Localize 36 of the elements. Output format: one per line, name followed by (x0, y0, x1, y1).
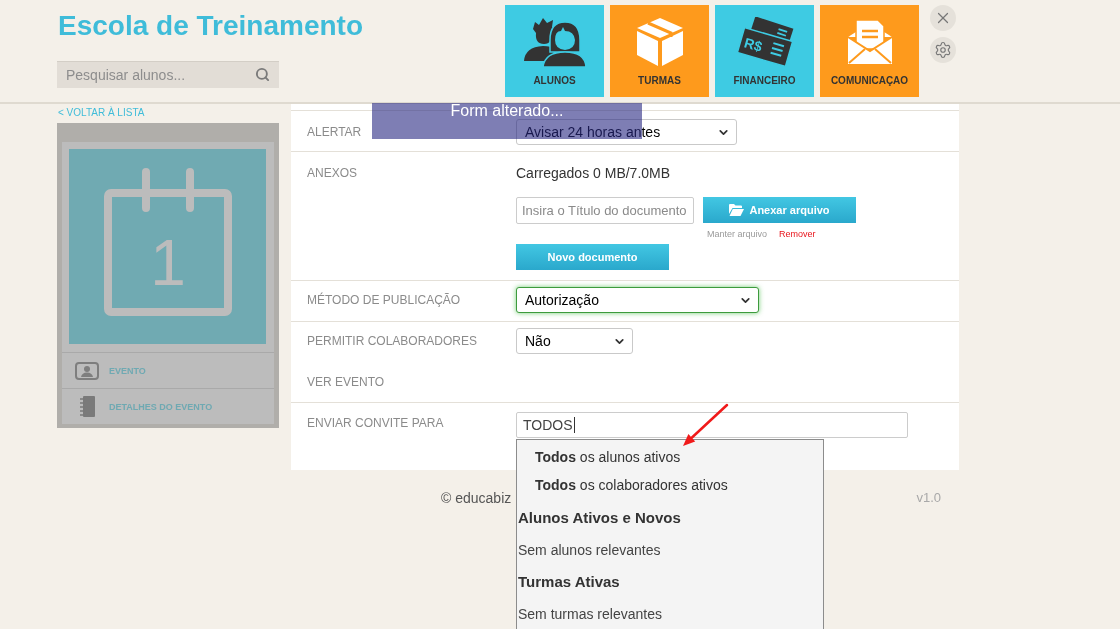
settings-button[interactable] (930, 37, 956, 63)
search-field[interactable]: Pesquisar alunos... (57, 61, 279, 88)
field-label: ALERTAR (306, 124, 362, 141)
nav-tile[interactable]: ALUNOS (505, 5, 604, 97)
field-label: PERMITIR COLABORADORES (306, 333, 478, 350)
field-label: ENVIAR CONVITE PARA (306, 415, 444, 432)
nav-tile[interactable]: TURMAS (610, 5, 709, 97)
copyright-text: © educabiz (441, 490, 512, 506)
suggestion-group-heading: Alunos Ativos e Novos (517, 508, 682, 528)
suggestion-group-heading: Turmas Ativas (517, 572, 621, 592)
contact-card-icon (75, 361, 99, 380)
version-text: v1.0 (916, 490, 941, 506)
field-label: VER EVENTO (306, 374, 385, 390)
people-icon (523, 17, 586, 67)
suggestion-option[interactable]: Todos os alunos ativos (517, 443, 823, 471)
box-icon (634, 17, 685, 67)
remove-file-link[interactable]: Remover (779, 229, 816, 239)
search-icon (255, 67, 270, 82)
nav-tile[interactable]: R$ FINANCEIRO (715, 5, 814, 97)
upload-usage-text: Carregados 0 MB/7.0MB (516, 164, 671, 182)
document-title-field[interactable]: Insira o Título do documento (516, 197, 694, 224)
suggestion-option[interactable]: Todos os colaboradores ativos (517, 471, 823, 499)
envelope-icon (845, 19, 894, 65)
empty-result-text: Sem turmas relevantes (517, 605, 663, 624)
field-label: ANEXOS (306, 165, 357, 182)
close-button[interactable] (930, 5, 956, 31)
empty-result-text: Sem alunos relevantes (517, 541, 662, 560)
settings-icon (934, 41, 952, 59)
select-field[interactable]: Não (516, 328, 633, 354)
invite-field[interactable]: TODOS (516, 412, 908, 438)
folder-icon (729, 204, 745, 216)
field-label: MÉTODO DE PUBLICAÇÃO (306, 291, 461, 309)
select-field[interactable]: Autorização (516, 287, 759, 313)
notebook-icon (79, 396, 95, 417)
app-title: Escola de Treinamento (58, 9, 363, 43)
nav-tile[interactable]: COMUNICAÇAO (820, 5, 919, 97)
